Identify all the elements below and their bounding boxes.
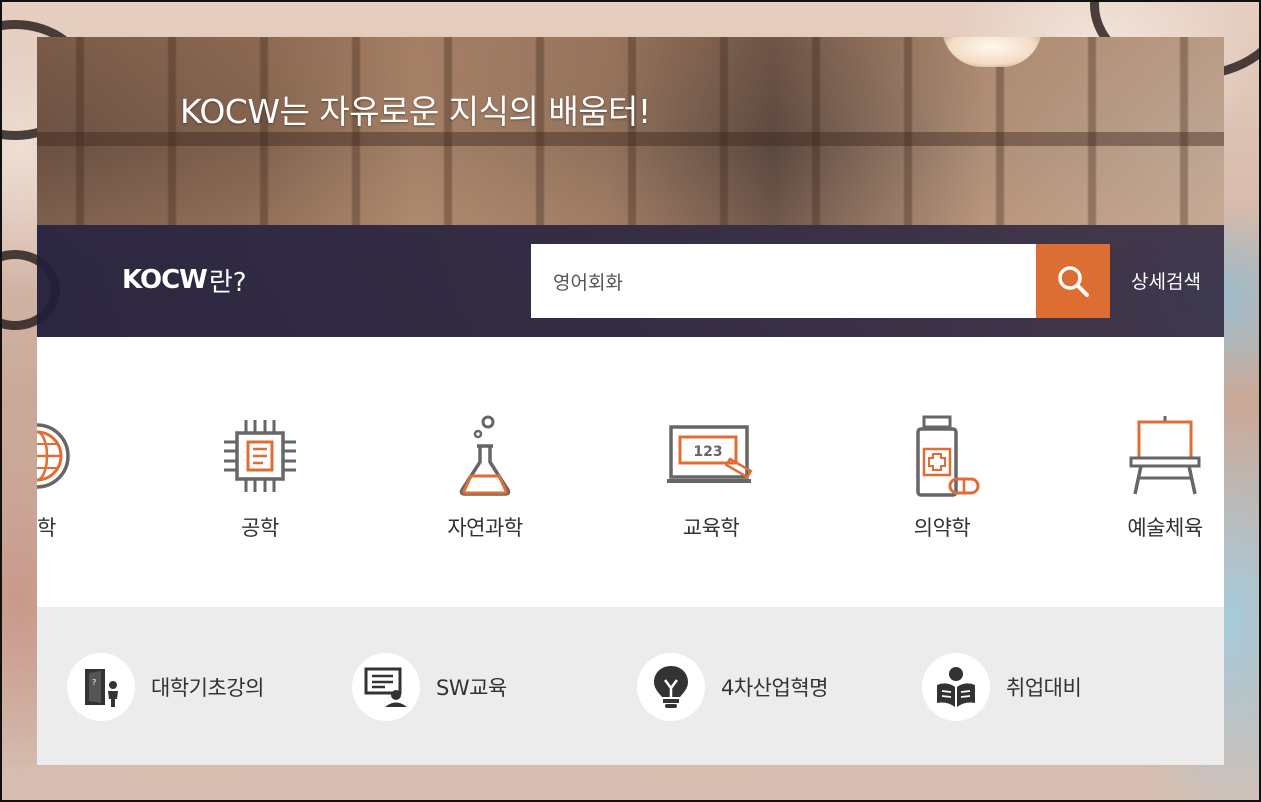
door-person-icon: ? (67, 653, 135, 721)
category-education[interactable]: 123 교육학 (621, 415, 801, 555)
category-engineering[interactable]: 공학 (170, 415, 350, 555)
special-item-sw-education[interactable]: SW교육 (352, 653, 507, 721)
special-item-basic-courses[interactable]: ? 대학기초강의 (67, 653, 264, 721)
blackboard-icon: 123 (666, 415, 756, 497)
special-item-job-prep[interactable]: 취업대비 (922, 653, 1082, 721)
chip-icon (215, 415, 305, 497)
kocw-logo: KOCW (122, 265, 208, 295)
globe-icon (37, 415, 82, 497)
special-item-label: 4차산업혁명 (721, 676, 828, 700)
hero-title: KOCW는 자유로운 지식의 배움터! (180, 92, 651, 131)
category-label: 의약학 (913, 516, 971, 540)
advanced-search-link[interactable]: 상세검색 (1131, 267, 1201, 294)
category-label: 예술체육 (1127, 516, 1203, 540)
medicine-bottle-icon (897, 415, 987, 497)
kocw-about-link[interactable]: KOCW 란? (122, 260, 247, 300)
main-panel: KOCW는 자유로운 지식의 배움터! KOCW 란? 상세검색 (37, 37, 1224, 765)
special-courses-bar: ? 대학기초강의 SW교육 4차산업혁명 취업대비 (37, 607, 1224, 765)
search-icon (1058, 266, 1089, 297)
special-item-label: 대학기초강의 (151, 676, 264, 700)
search-button[interactable] (1036, 244, 1110, 318)
search-input[interactable] (531, 244, 1037, 318)
category-arts-sports[interactable]: 예술체육 (1075, 415, 1224, 555)
special-item-label: SW교육 (436, 676, 507, 700)
special-item-4th-industry[interactable]: 4차산업혁명 (637, 653, 828, 721)
monitor-person-icon (352, 653, 420, 721)
lightbulb-icon (637, 653, 705, 721)
easel-icon (1120, 415, 1210, 497)
category-medicine[interactable]: 의약학 (852, 415, 1032, 555)
category-list: 과학 공학 (37, 337, 1224, 607)
svg-text:123: 123 (693, 444, 722, 460)
category-label: 교육학 (682, 516, 740, 540)
special-item-label: 취업대비 (1006, 676, 1082, 700)
svg-text:?: ? (92, 678, 96, 687)
category-label: 자연과학 (447, 516, 523, 540)
hero-banner: KOCW는 자유로운 지식의 배움터! (37, 37, 1224, 225)
prev-item-edge (37, 655, 41, 719)
search-bar: KOCW 란? 상세검색 (37, 225, 1224, 337)
category-label: 공학 (241, 516, 279, 540)
about-suffix: 란? (208, 267, 247, 298)
category-natural-science[interactable]: 자연과학 (395, 415, 575, 555)
flask-icon (440, 415, 530, 497)
category-science[interactable]: 과학 (37, 415, 127, 555)
lamp-decoration (942, 37, 1042, 67)
category-label: 과학 (37, 516, 56, 540)
reading-person-icon (922, 653, 990, 721)
